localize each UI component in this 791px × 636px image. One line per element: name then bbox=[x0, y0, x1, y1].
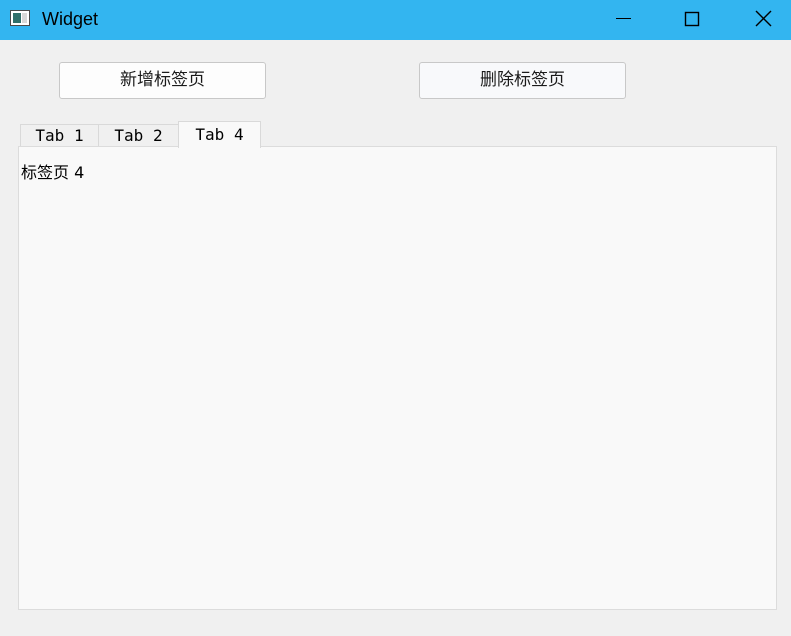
minimize-icon bbox=[616, 18, 631, 19]
window-title: Widget bbox=[42, 9, 99, 29]
close-button[interactable] bbox=[740, 0, 786, 40]
close-icon bbox=[755, 10, 772, 27]
title-bar[interactable]: Widget bbox=[0, 0, 791, 40]
delete-tab-button[interactable]: 删除标签页 bbox=[419, 62, 626, 99]
tab-4[interactable]: Tab 4 bbox=[178, 121, 261, 148]
tab-1[interactable]: Tab 1 bbox=[20, 124, 99, 146]
maximize-icon bbox=[684, 11, 700, 27]
tab-2[interactable]: Tab 2 bbox=[98, 124, 179, 146]
add-tab-button[interactable]: 新增标签页 bbox=[59, 62, 266, 99]
minimize-button[interactable] bbox=[600, 0, 646, 40]
maximize-button[interactable] bbox=[669, 0, 715, 40]
tab-content-label: 标签页 4 bbox=[21, 163, 85, 182]
tab-content-pane: 标签页 4 bbox=[18, 146, 777, 610]
app-window-icon bbox=[10, 10, 30, 26]
